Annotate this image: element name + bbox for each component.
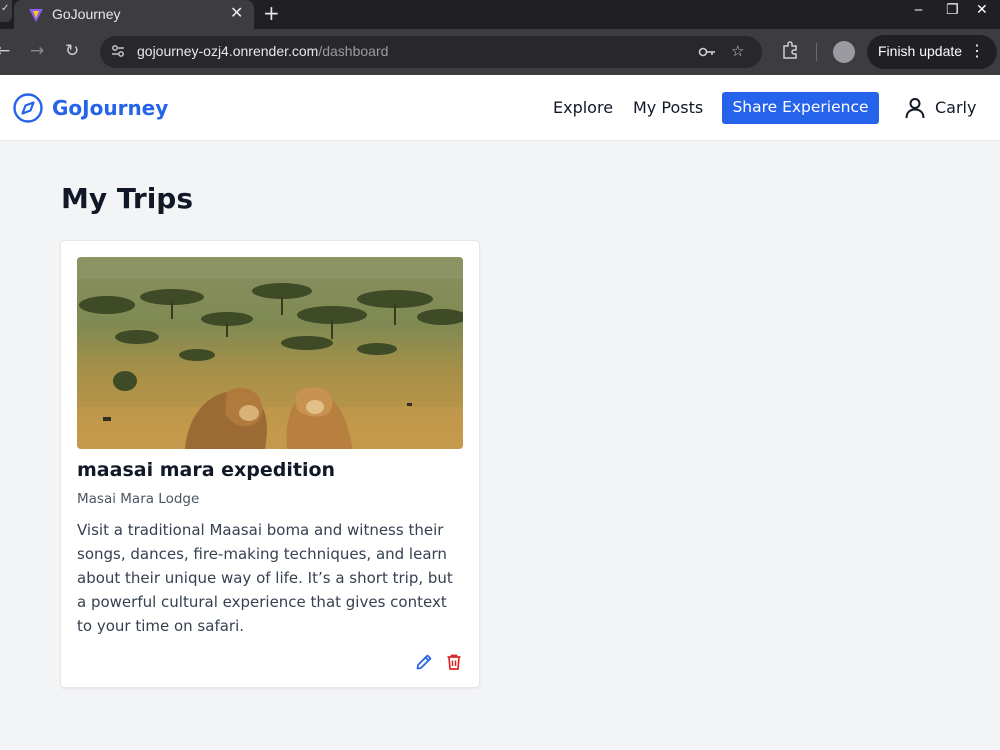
compass-icon[interactable]: [12, 92, 44, 124]
avatar[interactable]: [833, 41, 855, 63]
browser-tab[interactable]: GoJourney ✕: [14, 0, 254, 29]
trip-description: Visit a traditional Maasai boma and witn…: [77, 521, 453, 635]
browser-toolbar: ← → ↻ gojourney-ozj4.onrender.com/dashbo…: [0, 29, 1000, 75]
address-bar[interactable]: gojourney-ozj4.onrender.com/dashboard ☆: [100, 36, 762, 68]
trip-title[interactable]: maasai mara expedition: [77, 459, 335, 481]
close-window-icon[interactable]: ✕: [976, 2, 988, 18]
pencil-icon[interactable]: [415, 653, 433, 671]
star-icon[interactable]: ☆: [731, 42, 744, 60]
user-icon[interactable]: [903, 96, 927, 120]
tab-title: GoJourney: [52, 6, 121, 22]
previous-tab[interactable]: ✓: [0, 0, 12, 22]
site-settings-icon[interactable]: [110, 43, 126, 59]
share-experience-button[interactable]: Share Experience: [722, 92, 879, 124]
back-arrow-icon[interactable]: ←: [0, 41, 10, 61]
trash-icon[interactable]: [445, 653, 463, 671]
url-path: /dashboard: [318, 43, 389, 59]
toolbar-divider: [816, 43, 817, 61]
finish-update-button[interactable]: Finish update ⋮: [867, 35, 997, 69]
more-menu-icon[interactable]: ⋮: [969, 41, 985, 61]
site-navbar: GoJourney Explore My Posts Share Experie…: [0, 75, 1000, 141]
nav-link-my-posts[interactable]: My Posts: [633, 98, 703, 117]
restore-icon[interactable]: ❐: [946, 2, 959, 18]
new-tab-button[interactable]: +: [263, 1, 280, 25]
reload-icon[interactable]: ↻: [65, 41, 79, 61]
forward-arrow-icon[interactable]: →: [30, 41, 44, 61]
tab-close-icon[interactable]: ✕: [230, 3, 243, 22]
trip-image: [77, 257, 463, 449]
brand-logo[interactable]: GoJourney: [52, 96, 168, 120]
page-title: My Trips: [61, 182, 194, 215]
vite-favicon-icon: [29, 9, 43, 22]
puzzle-icon[interactable]: [780, 40, 800, 60]
minimize-icon[interactable]: ‒: [914, 2, 923, 18]
user-name[interactable]: Carly: [935, 98, 976, 117]
key-icon[interactable]: [698, 45, 716, 59]
url-host: gojourney-ozj4.onrender.com: [137, 43, 319, 59]
trip-location: Masai Mara Lodge: [77, 491, 200, 507]
chevron-down-icon: ✓: [1, 3, 10, 14]
savanna-lions-image: [77, 257, 463, 449]
nav-link-explore[interactable]: Explore: [553, 98, 613, 117]
url-text: gojourney-ozj4.onrender.com/dashboard: [137, 43, 388, 59]
browser-tab-bar: ✓ GoJourney ✕ + ‒ ❐ ✕: [0, 0, 1000, 29]
trip-card[interactable]: maasai mara expedition Masai Mara Lodge …: [60, 240, 480, 688]
finish-update-label: Finish update: [878, 43, 963, 59]
